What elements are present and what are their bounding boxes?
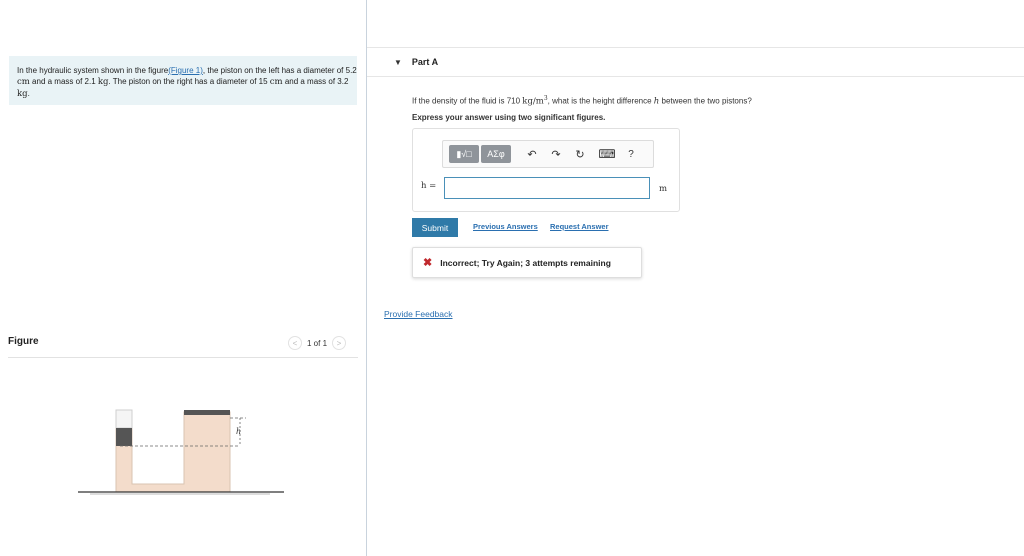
feedback-box: ✖ Incorrect; Try Again; 3 attempts remai… — [412, 247, 642, 278]
unit: kg/m — [522, 96, 544, 107]
math-toolbar: ▮√□ ΑΣφ ↶ ↷ ↻ ⌨ ? — [442, 140, 654, 168]
reset-icon[interactable]: ↻ — [573, 148, 587, 161]
unit: kg — [17, 89, 28, 99]
left-pane: In the hydraulic system shown in the fig… — [0, 0, 366, 556]
help-icon[interactable]: ? — [625, 149, 637, 160]
request-answer-link[interactable]: Request Answer — [550, 222, 609, 231]
template-button[interactable]: ▮√□ — [449, 145, 479, 163]
pager-text: 1 of 1 — [307, 338, 328, 348]
height-label: h — [236, 427, 241, 436]
undo-icon[interactable]: ↶ — [525, 148, 539, 161]
divider — [8, 357, 358, 358]
problem-text: In the hydraulic system shown in the fig… — [17, 66, 169, 75]
question-fragment: If the density of the fluid is 710 — [412, 96, 523, 106]
figure-pager: < 1 of 1 > — [288, 336, 347, 350]
figure-link[interactable]: (Figure 1) — [168, 66, 203, 75]
instruction-text: Express your answer using two significan… — [412, 113, 606, 122]
left-piston — [116, 428, 132, 446]
question-fragment: , what is the height difference — [547, 96, 654, 106]
fluid-container — [115, 409, 231, 493]
provide-feedback-link[interactable]: Provide Feedback — [384, 309, 453, 319]
left-upper-chamber — [115, 409, 133, 429]
figure-heading: Figure — [8, 336, 39, 347]
answer-label: h = — [421, 181, 437, 191]
problem-text: . The piston on the right has a diameter… — [108, 77, 270, 86]
previous-answers-link[interactable]: Previous Answers — [473, 222, 538, 231]
submit-button[interactable]: Submit — [412, 218, 458, 237]
symbols-button[interactable]: ΑΣφ — [481, 145, 511, 163]
answer-box: ▮√□ ΑΣφ ↶ ↷ ↻ ⌨ ? h = m — [412, 128, 680, 212]
keyboard-icon[interactable]: ⌨ — [597, 147, 617, 161]
question-fragment: between the two pistons? — [659, 96, 752, 106]
feedback-text: Incorrect; Try Again; 3 attempts remaini… — [440, 257, 611, 268]
right-piston — [184, 410, 230, 415]
unit: kg — [97, 77, 109, 87]
answer-input[interactable] — [444, 177, 650, 199]
caret-down-icon[interactable]: ▼ — [394, 58, 402, 67]
pager-prev-button[interactable]: < — [288, 336, 302, 350]
answer-unit: m — [659, 184, 668, 194]
question-text: If the density of the fluid is 710 kg/m3… — [412, 95, 752, 107]
problem-text: . — [27, 89, 30, 98]
problem-statement: In the hydraulic system shown in the fig… — [9, 56, 357, 105]
problem-text: , the piston on the left has a diameter … — [202, 66, 357, 75]
hydraulic-figure: h — [78, 409, 284, 495]
unit: cm — [269, 77, 283, 87]
problem-text: and a mass of 3.2 — [282, 77, 349, 86]
unit: cm — [17, 77, 30, 87]
part-title: Part A — [411, 57, 439, 67]
part-header[interactable]: ▼ Part A — [367, 47, 1024, 77]
right-pane: ▼ Part A If the density of the fluid is … — [367, 0, 1024, 556]
redo-icon[interactable]: ↷ — [549, 148, 563, 161]
problem-text: and a mass of 2.1 — [29, 77, 98, 86]
error-icon: ✖ — [423, 257, 433, 269]
pager-next-button[interactable]: > — [332, 336, 347, 350]
